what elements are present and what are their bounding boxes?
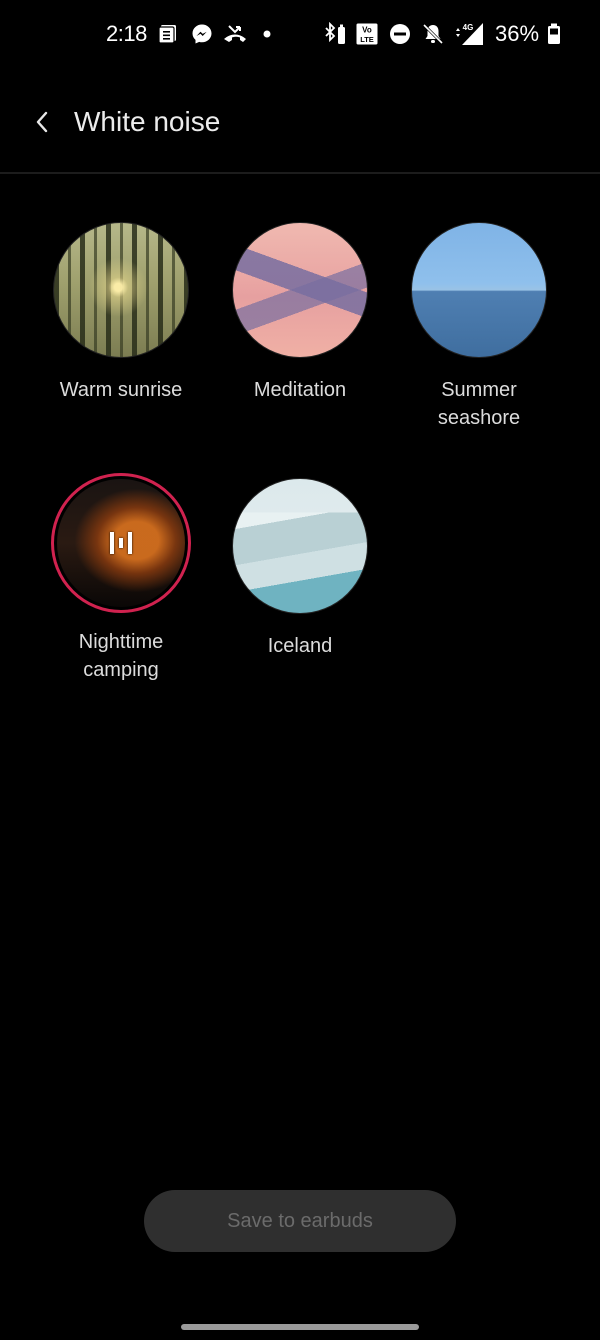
notes-icon <box>157 22 179 46</box>
ocean-horizon-image <box>411 222 547 358</box>
bell-off-icon <box>421 22 445 46</box>
battery-percent: 36% <box>495 21 540 46</box>
sound-label: Meditation <box>253 379 347 401</box>
sound-item-summer-seashore[interactable]: Summer seashore <box>389 222 569 432</box>
selected-ring <box>51 473 191 613</box>
sound-label-line: camping <box>83 659 159 681</box>
messenger-icon <box>190 22 214 46</box>
svg-text:Vo: Vo <box>362 26 372 35</box>
pink-mountain-lake-image <box>232 222 368 358</box>
sound-label-line: Nighttime <box>78 631 164 653</box>
sound-label-line: seashore <box>437 407 521 429</box>
sound-item-warm-sunrise[interactable]: Warm sunrise <box>31 222 211 404</box>
save-to-earbuds-button[interactable]: Save to earbuds <box>144 1190 456 1252</box>
sound-label-line: Summer <box>441 379 517 401</box>
status-time: 2:18 <box>106 21 147 46</box>
page-title: White noise <box>74 106 221 137</box>
do-not-disturb-icon <box>388 22 412 46</box>
forest-sunrise-image <box>53 222 189 358</box>
sound-label: Summer seashore <box>394 376 564 432</box>
app-header: White noise <box>0 88 600 158</box>
home-indicator[interactable] <box>181 1324 419 1330</box>
sound-item-nighttime-camping[interactable]: Nighttime camping <box>31 473 211 684</box>
status-bar: 2:18 Vo LTE 4G 36% <box>0 0 600 70</box>
sound-item-iceland[interactable]: Iceland <box>210 478 390 660</box>
sound-item-meditation[interactable]: Meditation <box>210 222 390 404</box>
signal-4g-icon: 4G <box>453 22 485 46</box>
chevron-left-icon <box>36 111 48 133</box>
header-divider <box>0 172 600 174</box>
battery-icon <box>546 22 562 46</box>
tent-at-night-image <box>57 479 185 607</box>
sound-label: Nighttime camping <box>36 628 206 684</box>
sound-label: Warm sunrise <box>59 379 183 401</box>
snowy-mountains-image <box>232 478 368 614</box>
back-button[interactable] <box>24 104 60 140</box>
sound-label: Iceland <box>267 635 333 657</box>
svg-text:4G: 4G <box>463 23 474 32</box>
missed-call-icon <box>222 22 248 46</box>
dot-icon <box>261 22 273 46</box>
volte-icon: Vo LTE <box>355 22 379 46</box>
bluetooth-icon <box>322 22 348 46</box>
svg-text:LTE: LTE <box>360 35 374 44</box>
playing-indicator-icon <box>110 532 132 554</box>
